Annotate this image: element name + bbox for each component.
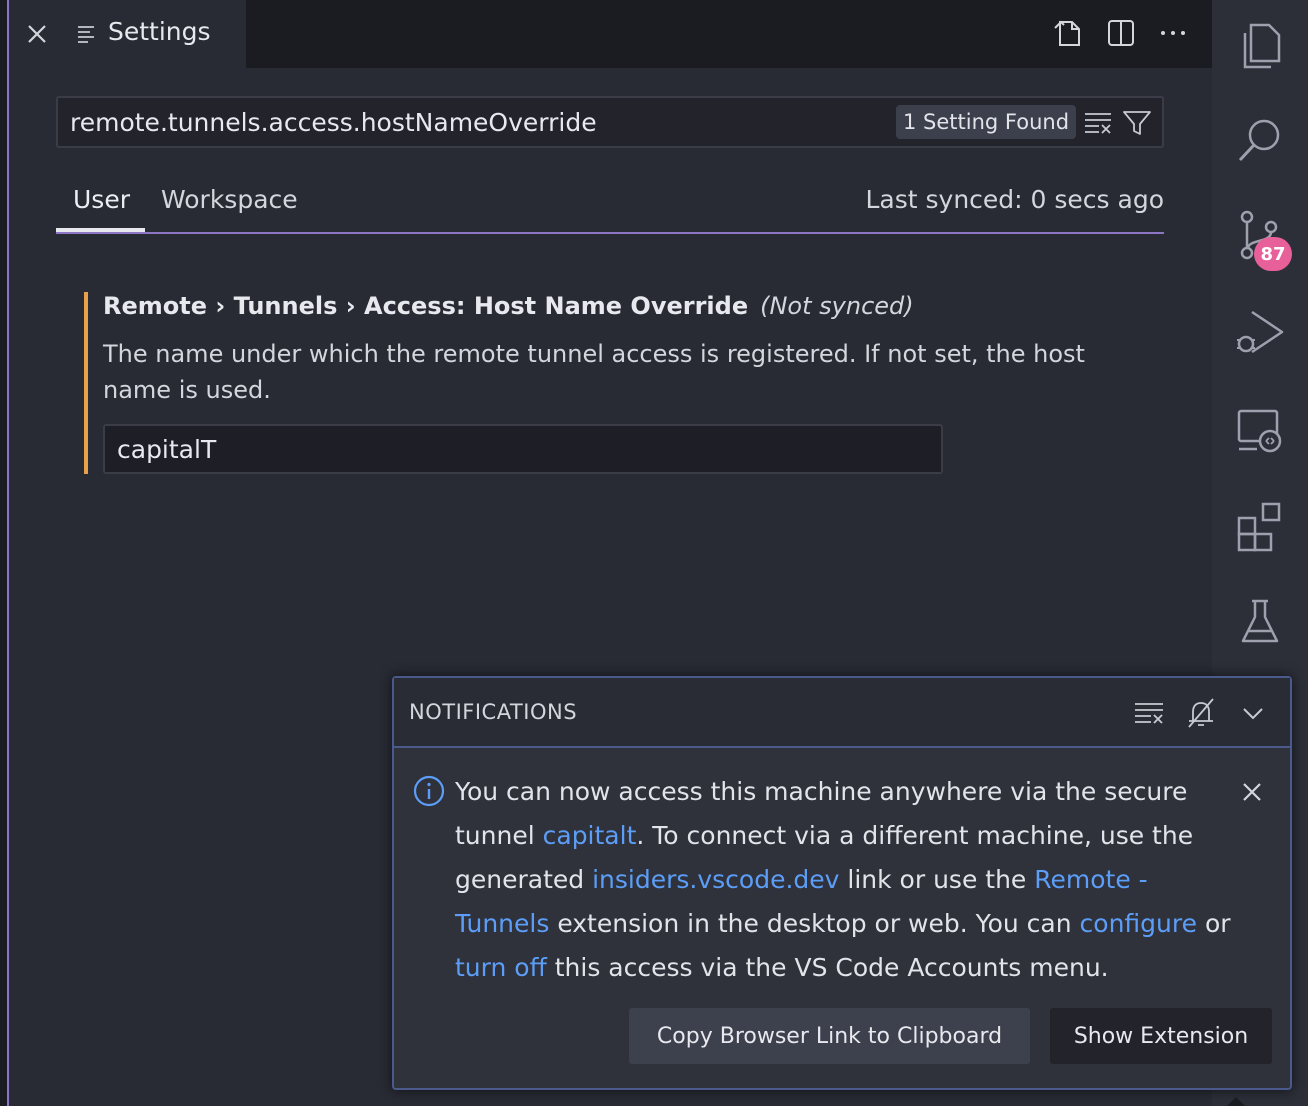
open-json-icon[interactable] (1050, 14, 1088, 52)
tab-label: Settings (108, 17, 211, 46)
notification-message: You can now access this machine anywhere… (455, 770, 1245, 990)
settings-file-icon (75, 22, 99, 46)
setting-item: Remote › Tunnels › Access: Host Name Ove… (84, 292, 1134, 474)
tab-bar: Settings (9, 0, 1212, 68)
notifications-title: NOTIFICATIONS (409, 700, 578, 724)
extensions-icon[interactable] (1232, 498, 1288, 554)
message-text: extension in the desktop or web. You can (549, 909, 1080, 938)
tab-user[interactable]: User (73, 185, 130, 214)
copy-browser-link-button[interactable]: Copy Browser Link to Clipboard (629, 1008, 1030, 1064)
close-icon[interactable] (1236, 776, 1268, 808)
setting-description: The name under which the remote tunnel a… (103, 340, 1085, 404)
last-synced-status: Last synced: 0 secs ago (865, 185, 1164, 214)
settings-search-input[interactable]: remote.tunnels.access.hostNameOverride 1… (56, 96, 1164, 148)
configure-link[interactable]: configure (1080, 909, 1197, 938)
tab-settings[interactable]: Settings (9, 0, 246, 68)
notifications-center: NOTIFICATIONS You can now access this ma… (392, 676, 1292, 1090)
editor-actions (1050, 14, 1192, 52)
run-debug-icon[interactable] (1232, 304, 1288, 360)
chevron-down-icon[interactable] (1236, 696, 1270, 730)
not-synced-label: (Not synced) (760, 292, 914, 320)
files-icon[interactable] (1232, 18, 1288, 74)
source-control-count-badge: 87 (1254, 237, 1292, 271)
filter-icon[interactable] (1122, 108, 1152, 138)
clear-all-notifications-icon[interactable] (1132, 696, 1166, 730)
show-extension-button[interactable]: Show Extension (1050, 1008, 1272, 1064)
tunnel-name-link[interactable]: capitalt (543, 821, 637, 850)
settings-scope-tabs: User Workspace Last synced: 0 secs ago (56, 180, 1164, 234)
message-text: this access via the VS Code Accounts men… (546, 953, 1109, 982)
setting-title: Remote › Tunnels › Access: Host Name Ove… (103, 292, 914, 320)
status-caret-icon (1222, 1092, 1250, 1106)
notifications-header: NOTIFICATIONS (394, 678, 1290, 748)
active-tab-indicator (56, 228, 145, 232)
remote-explorer-icon[interactable] (1232, 402, 1288, 458)
settings-count-badge: 1 Setting Found (896, 105, 1077, 139)
turn-off-link[interactable]: turn off (455, 953, 547, 982)
more-actions-icon[interactable] (1154, 14, 1192, 52)
setting-title-label: Remote › Tunnels › Access: Host Name Ove… (103, 292, 749, 320)
split-editor-icon[interactable] (1102, 14, 1140, 52)
sash-border (0, 0, 9, 1106)
search-query: remote.tunnels.access.hostNameOverride (70, 108, 597, 137)
search-icon[interactable] (1232, 112, 1288, 168)
clear-filter-icon[interactable] (1083, 109, 1113, 137)
info-icon (412, 774, 446, 808)
message-text: or (1197, 909, 1231, 938)
do-not-disturb-icon[interactable] (1184, 696, 1218, 730)
message-text: link or use the (839, 865, 1035, 894)
tab-workspace[interactable]: Workspace (161, 185, 298, 214)
insiders-link[interactable]: insiders.vscode.dev (592, 865, 839, 894)
testing-icon[interactable] (1232, 594, 1288, 650)
host-name-override-input[interactable] (103, 424, 943, 474)
close-icon[interactable] (23, 20, 51, 48)
